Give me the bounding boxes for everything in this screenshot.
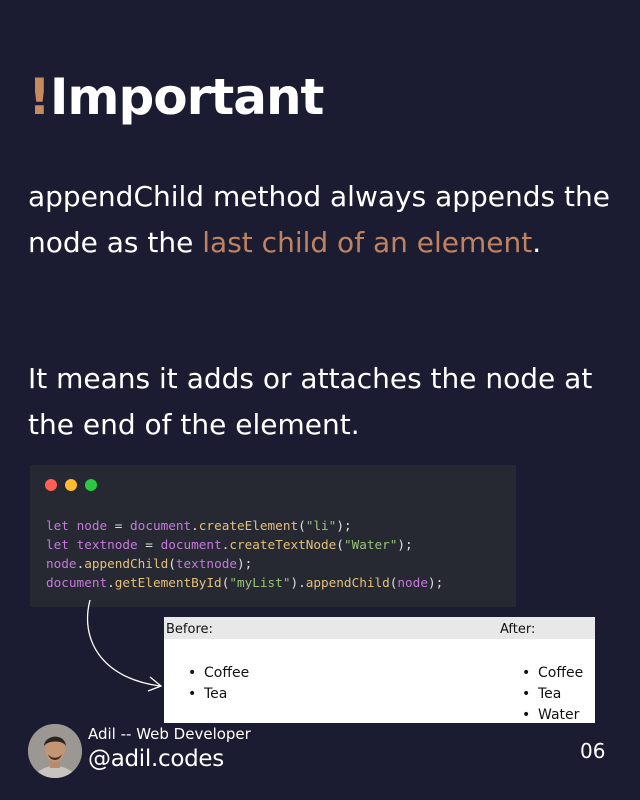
avatar xyxy=(28,724,82,778)
after-list: Coffee Tea Water xyxy=(522,663,583,726)
author-name: Adil -- Web Developer xyxy=(88,725,251,743)
output-demo: Before: After: Coffee Tea Coffee Tea Wat… xyxy=(164,617,595,726)
paragraph1-period: . xyxy=(532,226,542,259)
window-close-dot-icon xyxy=(45,479,57,491)
list-item: Coffee xyxy=(188,663,249,684)
paragraph-meaning: It means it adds or attaches the node at… xyxy=(28,362,593,441)
window-maximize-dot-icon xyxy=(85,479,97,491)
page-title: !Important xyxy=(28,68,325,126)
page-number: 06 xyxy=(580,739,606,763)
code-line: node.appendChild(textnode); xyxy=(46,556,253,571)
author-handle: @adil.codes xyxy=(88,746,224,772)
title-text: Important xyxy=(49,68,325,126)
list-item: Tea xyxy=(188,684,249,705)
code-block: let node = document.createElement("li");… xyxy=(46,516,443,592)
list-item: Coffee xyxy=(522,663,583,684)
code-line: let node = document.createElement("li"); xyxy=(46,518,352,533)
title-accent: ! xyxy=(28,68,51,126)
paragraph1-accent: last child of an element xyxy=(202,226,533,259)
list-item: Water xyxy=(522,705,583,726)
after-label: After: xyxy=(500,622,536,637)
curved-arrow-icon xyxy=(86,599,163,692)
code-line: document.getElementById("myList").append… xyxy=(46,575,444,590)
window-minimize-dot-icon xyxy=(65,479,77,491)
list-item: Tea xyxy=(522,684,583,705)
code-line: let textnode = document.createTextNode("… xyxy=(46,537,413,552)
before-label: Before: xyxy=(166,622,213,637)
before-list: Coffee Tea xyxy=(188,663,249,705)
paragraph-appendchild: appendChild method always appends the no… xyxy=(28,174,618,266)
